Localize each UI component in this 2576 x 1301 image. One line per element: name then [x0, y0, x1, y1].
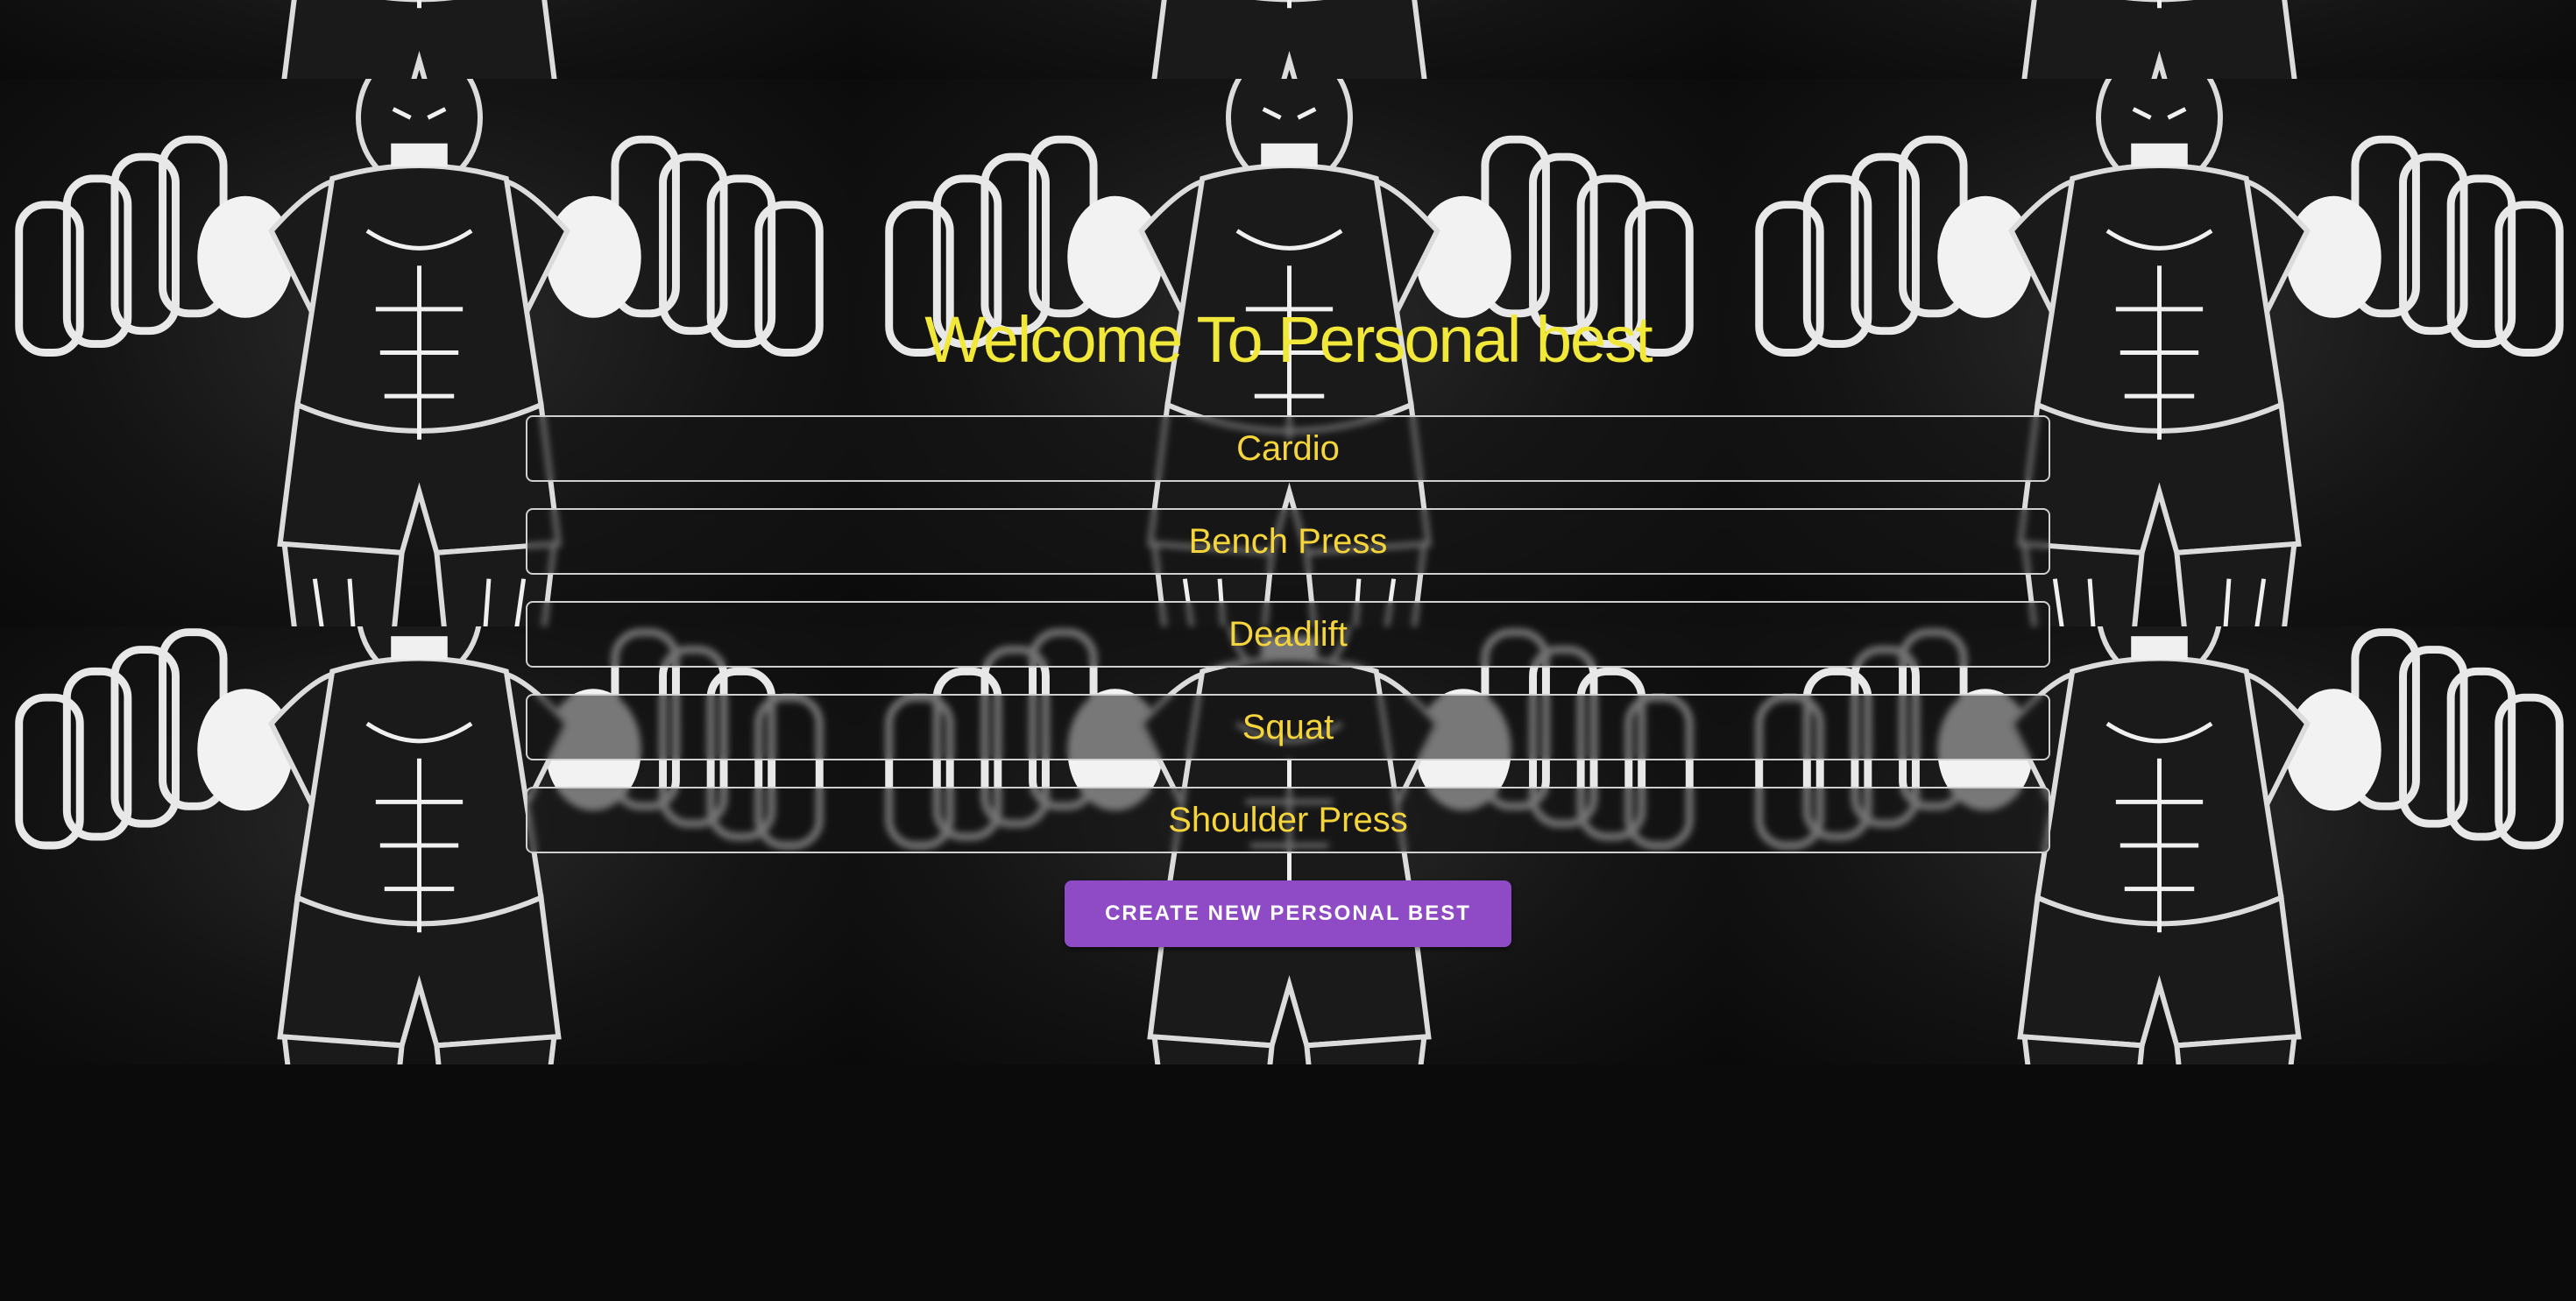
- exercise-item-bench-press[interactable]: Bench Press: [526, 508, 2050, 575]
- exercise-item-shoulder-press[interactable]: Shoulder Press: [526, 787, 2050, 853]
- exercise-item-cardio[interactable]: Cardio: [526, 415, 2050, 482]
- page-title: Welcome To Personal best: [924, 303, 1653, 376]
- exercise-item-squat[interactable]: Squat: [526, 694, 2050, 760]
- page: Welcome To Personal best Cardio Bench Pr…: [0, 0, 2576, 1301]
- exercise-list: Cardio Bench Press Deadlift Squat Should…: [526, 415, 2050, 880]
- main-content: Welcome To Personal best Cardio Bench Pr…: [0, 0, 2576, 1301]
- exercise-item-deadlift[interactable]: Deadlift: [526, 601, 2050, 668]
- create-personal-best-button[interactable]: CREATE NEW PERSONAL BEST: [1065, 880, 1511, 947]
